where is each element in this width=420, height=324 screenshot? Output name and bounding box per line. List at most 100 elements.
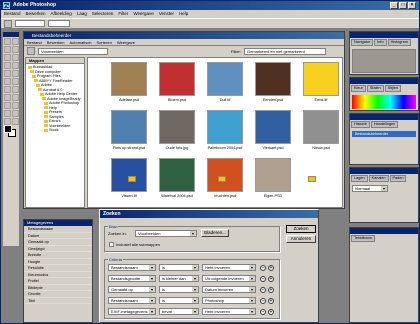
thumbnail[interactable]: Oude foto.jpg bbox=[156, 110, 198, 156]
folder-icon[interactable] bbox=[218, 176, 226, 182]
menu-item[interactable]: Filter bbox=[118, 10, 128, 18]
browse-button[interactable]: Bladeren... bbox=[201, 229, 229, 237]
menu-item[interactable]: Laag bbox=[77, 10, 87, 18]
criteria-field-select[interactable]: Gemaakt op bbox=[108, 286, 156, 293]
minimize-button[interactable]: _ bbox=[390, 2, 398, 9]
tool-button[interactable] bbox=[11, 61, 19, 69]
thumbnail[interactable]: Fiets op strand.psd bbox=[108, 110, 150, 156]
panel-tab[interactable]: Kanalen bbox=[368, 175, 389, 182]
criteria-field-select[interactable]: EXIF-metagegevens bbox=[108, 308, 156, 315]
panel-tab[interactable]: Kleur bbox=[351, 85, 366, 92]
file-browser-menu-item[interactable]: Bestand bbox=[27, 39, 42, 45]
criteria-operator-select[interactable]: is bbox=[159, 297, 199, 304]
thumbnail[interactable]: Bloem.psd bbox=[156, 62, 198, 108]
thumbnail[interactable]: Eigen PSD bbox=[252, 158, 294, 204]
menu-item[interactable]: Venster bbox=[159, 10, 174, 18]
file-browser-menu-item[interactable]: Weergave bbox=[117, 39, 135, 45]
location-select[interactable]: Voorbeelden bbox=[38, 47, 108, 55]
tool-button[interactable] bbox=[11, 37, 19, 45]
history-item[interactable]: Bestandsbeheerder bbox=[352, 131, 416, 137]
tool-preset-icon[interactable] bbox=[4, 19, 12, 28]
criteria-value-input[interactable]: Photoshop bbox=[202, 297, 256, 304]
tool-button[interactable] bbox=[3, 93, 11, 101]
add-criterion-icon[interactable]: + bbox=[268, 275, 274, 282]
add-criterion-icon[interactable]: + bbox=[268, 286, 274, 293]
close-button[interactable]: × bbox=[408, 2, 416, 9]
thumbnail[interactable]: Palmboom 2004.psd bbox=[204, 110, 246, 156]
tool-button[interactable] bbox=[3, 117, 11, 125]
tool-button[interactable] bbox=[11, 101, 19, 109]
panel-tab[interactable]: Histogram bbox=[387, 39, 411, 46]
tool-button[interactable] bbox=[11, 77, 19, 85]
criteria-operator-select[interactable]: bevat bbox=[159, 308, 199, 315]
tool-button[interactable] bbox=[3, 61, 11, 69]
remove-criterion-icon[interactable]: − bbox=[260, 275, 266, 282]
criteria-value-input[interactable]: Datum invoeren bbox=[202, 286, 256, 293]
panel-tab[interactable]: Historie bbox=[351, 121, 370, 128]
panel-tab[interactable]: Info bbox=[374, 39, 387, 46]
filter-select[interactable]: Gemarkeerd en niet gemarkeerd bbox=[244, 47, 326, 55]
panel-tab[interactable]: Lagen bbox=[351, 175, 368, 182]
tool-button[interactable] bbox=[3, 101, 11, 109]
tool-button[interactable] bbox=[3, 109, 11, 117]
menu-item[interactable]: Bestand bbox=[4, 10, 21, 18]
menu-item[interactable]: Bewerken bbox=[26, 10, 46, 18]
tool-button[interactable] bbox=[11, 69, 19, 77]
folder-icon[interactable] bbox=[128, 176, 136, 182]
tree-item[interactable]: Stock bbox=[28, 128, 82, 133]
panel-tab[interactable]: Stijlen bbox=[384, 85, 401, 92]
thumbnail[interactable]: Adelaar.psd bbox=[108, 62, 150, 108]
criteria-field-select[interactable]: Bestandsgrootte bbox=[108, 275, 156, 282]
tool-button[interactable] bbox=[3, 77, 11, 85]
criteria-value-input[interactable]: Hebt invoeren bbox=[202, 308, 256, 315]
criteria-operator-select[interactable]: is kleiner dan bbox=[159, 275, 199, 282]
panel-tab[interactable]: Navigator bbox=[351, 39, 374, 46]
up-folder-icon[interactable] bbox=[27, 47, 35, 55]
criteria-value-input[interactable]: Uit volgende invoeren bbox=[202, 275, 256, 282]
blend-mode-select[interactable]: Normaal bbox=[352, 185, 388, 192]
tool-button[interactable] bbox=[3, 37, 11, 45]
search-in-select[interactable]: Voorbeelden bbox=[135, 230, 197, 237]
tool-button[interactable] bbox=[3, 69, 11, 77]
add-criterion-icon[interactable]: + bbox=[268, 308, 274, 315]
tool-button[interactable] bbox=[3, 53, 11, 61]
tool-button[interactable] bbox=[3, 85, 11, 93]
add-criterion-icon[interactable]: + bbox=[268, 264, 274, 271]
tool-button[interactable] bbox=[11, 117, 19, 125]
menu-item[interactable]: Selecteren bbox=[92, 10, 114, 18]
thumbnail[interactable]: Vierkant.psd bbox=[252, 110, 294, 156]
maximize-button[interactable]: □ bbox=[399, 2, 407, 9]
toolbox-grip[interactable] bbox=[3, 32, 19, 37]
add-criterion-icon[interactable]: + bbox=[268, 297, 274, 304]
panel-tab[interactable]: Stalen bbox=[366, 85, 384, 92]
thumbnail[interactable]: Eenden.psd bbox=[252, 62, 294, 108]
criteria-field-select[interactable]: Bestandsnaam bbox=[108, 297, 156, 304]
tool-button[interactable] bbox=[11, 45, 19, 53]
thumbnail[interactable]: Eend.tif bbox=[300, 62, 342, 108]
panel-tab[interactable]: Tekstbouw bbox=[351, 235, 375, 242]
include-subfolders-checkbox[interactable] bbox=[109, 242, 114, 247]
tool-button[interactable] bbox=[11, 109, 19, 117]
file-browser-menu-item[interactable]: Sorteren bbox=[97, 39, 112, 45]
file-browser-menu-item[interactable]: Automatisch bbox=[69, 39, 91, 45]
file-browser-menu-item[interactable]: Bewerken bbox=[47, 39, 65, 45]
foreground-color-swatch[interactable] bbox=[4, 125, 12, 133]
search-button[interactable]: Zoeken bbox=[286, 225, 316, 233]
tool-button[interactable] bbox=[11, 93, 19, 101]
thumbnail[interactable]: Nieuw.psd bbox=[300, 110, 342, 156]
menu-item[interactable]: Weergave bbox=[133, 10, 153, 18]
tool-button[interactable] bbox=[11, 85, 19, 93]
color-ramp[interactable] bbox=[352, 95, 416, 109]
folder-icon[interactable] bbox=[308, 176, 316, 182]
remove-criterion-icon[interactable]: − bbox=[260, 308, 266, 315]
options-field[interactable] bbox=[48, 20, 70, 27]
thumbnail[interactable]: Waterval 2004.psd bbox=[156, 158, 198, 204]
remove-criterion-icon[interactable]: − bbox=[260, 264, 266, 271]
panel-tab[interactable]: Handelingen bbox=[370, 121, 399, 128]
options-field[interactable] bbox=[15, 20, 45, 27]
menu-item[interactable]: Afbeelding bbox=[51, 10, 72, 18]
criteria-field-select[interactable]: Bestandsnaam bbox=[108, 264, 156, 271]
menu-item[interactable]: Help bbox=[179, 10, 188, 18]
tool-button[interactable] bbox=[11, 53, 19, 61]
cancel-button[interactable]: Annuleren bbox=[286, 235, 316, 243]
